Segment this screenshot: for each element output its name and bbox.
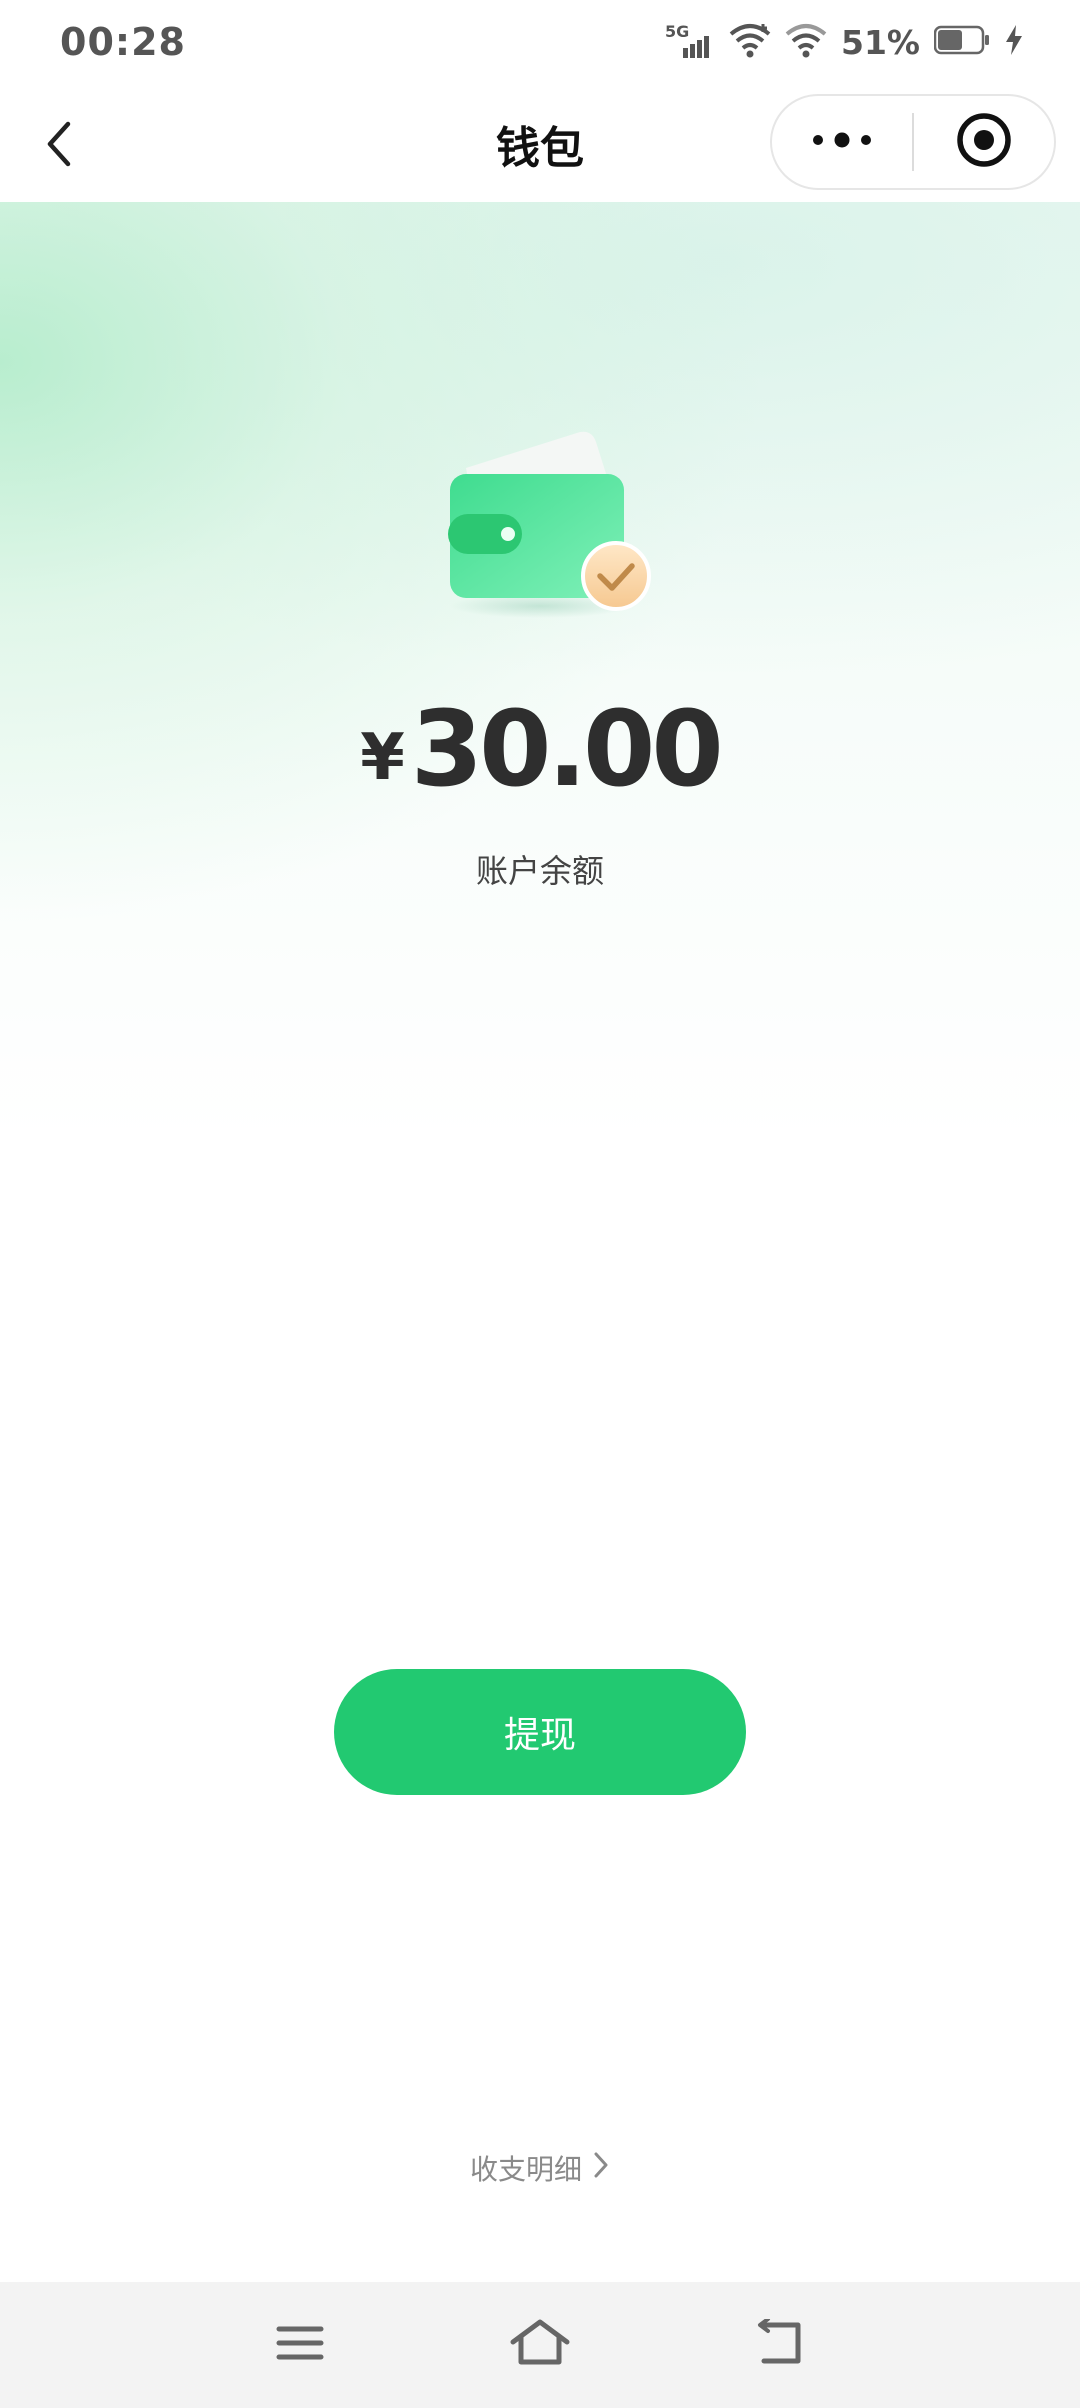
status-bar: 00:28 5G 51% <box>0 0 1080 84</box>
status-time: 00:28 <box>60 20 186 64</box>
system-back-button[interactable] <box>745 2310 815 2380</box>
hero-background <box>0 202 1080 1142</box>
back-icon <box>754 2317 806 2371</box>
balance-value: 30.00 <box>410 688 724 810</box>
withdraw-button[interactable]: 提现 <box>334 1669 746 1795</box>
battery-percent: 51% <box>841 22 920 62</box>
wallet-check-icon <box>430 410 660 630</box>
wifi-icon <box>729 22 771 62</box>
details-link-label: 收支明细 <box>469 2153 582 2186</box>
menu-icon <box>276 2323 324 2367</box>
transaction-details-link[interactable]: 收支明细 <box>0 2148 1080 2188</box>
close-button[interactable] <box>914 96 1054 188</box>
battery-icon <box>933 24 990 60</box>
menu-button[interactable] <box>265 2310 335 2380</box>
nav-bar: 钱包 <box>0 84 1080 202</box>
target-circle-icon <box>955 111 1013 173</box>
home-button[interactable] <box>505 2310 575 2380</box>
5g-signal-icon: 5G <box>665 22 715 60</box>
currency-symbol: ¥ <box>360 721 405 795</box>
status-icons: 5G 51% <box>665 22 1024 62</box>
balance-label: 账户余额 <box>475 852 604 890</box>
withdraw-button-label: 提现 <box>503 1715 576 1756</box>
network-type-label: 5G <box>665 22 690 41</box>
wifi-icon <box>785 22 827 62</box>
balance-amount: ¥30.00 <box>0 688 1080 810</box>
home-icon <box>509 2318 571 2372</box>
more-dots-icon <box>810 130 874 154</box>
system-nav-bar <box>0 2282 1080 2408</box>
charging-bolt-icon <box>1004 24 1024 60</box>
mini-program-capsule <box>770 94 1056 190</box>
more-button[interactable] <box>772 96 912 188</box>
chevron-right-icon <box>592 2150 610 2187</box>
screen: 00:28 5G 51% 钱包 ¥30.00 账户余额 提现 收支明细 <box>0 0 1080 2408</box>
